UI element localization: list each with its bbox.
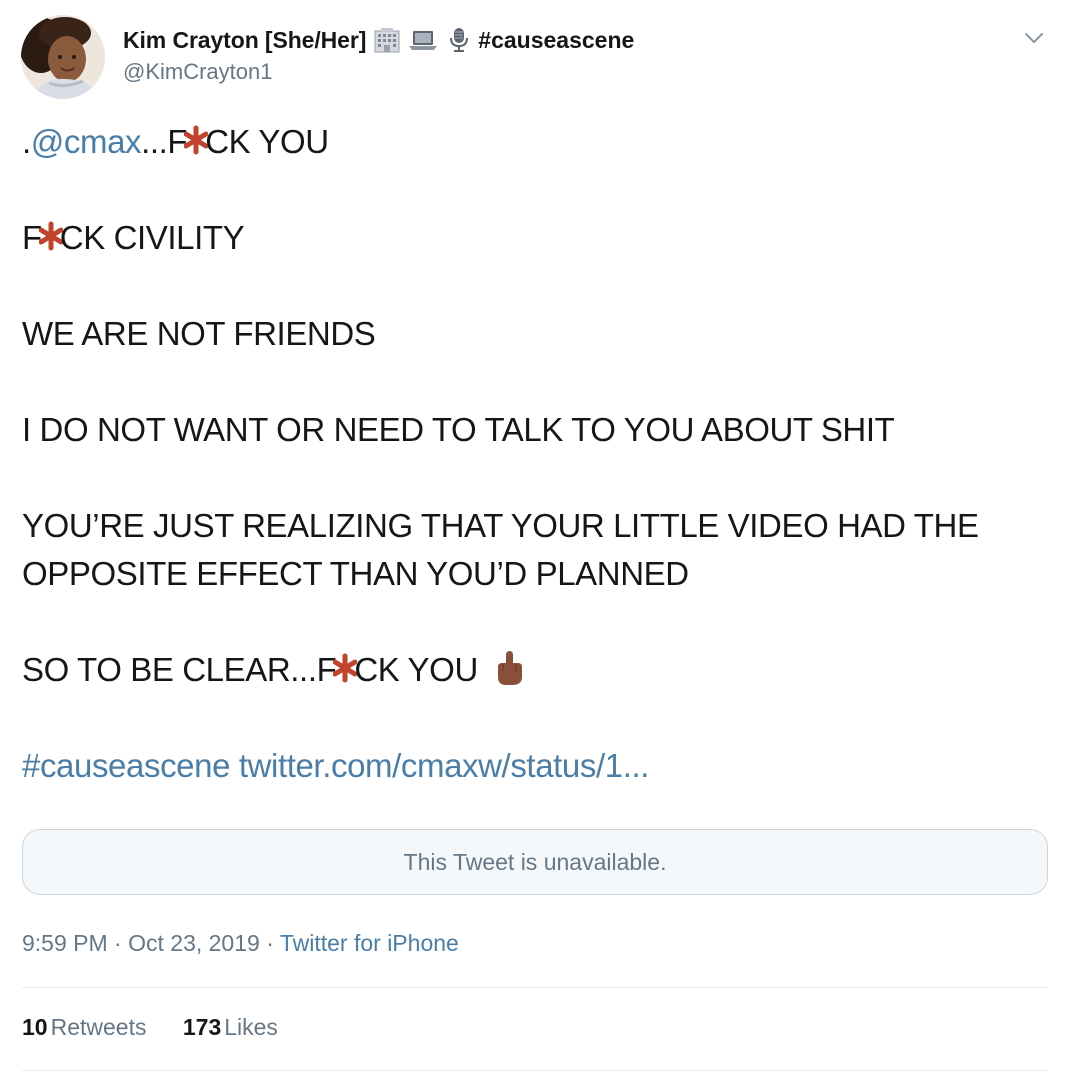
likes-stat[interactable]: 173 Likes [183,1011,278,1043]
tweet-metadata: 9:59 PM · Oct 23, 2019 · Twitter for iPh… [22,927,459,959]
text-fragment: CK YOU [354,651,478,688]
tweet-line-5: YOU’RE JUST REALIZING THAT YOUR LITTLE V… [22,507,979,544]
tweet: Kim Crayton [She/Her] #causeascene @KimC… [0,0,1070,1074]
tweet-line-2: F CK CIVILITY [22,214,1052,262]
tweet-line-1: .@cmax...F CK YOU [22,118,1052,166]
laptop-icon [408,27,438,53]
tweet-line-6: OPPOSITE EFFECT THAN YOU’D PLANNED [22,555,689,592]
line-break [22,454,1052,502]
tweet-line-4: I DO NOT WANT OR NEED TO TALK TO YOU ABO… [22,411,895,448]
text-fragment: CK YOU [205,123,329,160]
quoted-tweet-card[interactable]: This Tweet is unavailable. [22,829,1048,895]
tweet-line-3: WE ARE NOT FRIENDS [22,315,376,352]
line-break [22,598,1052,646]
office-building-icon [372,27,402,53]
tweet-date[interactable]: Oct 23, 2019 [128,930,260,956]
line-break [22,358,1052,406]
tweet-time[interactable]: 9:59 PM [22,930,108,956]
likes-count: 173 [182,1014,222,1040]
line-break [22,262,1052,310]
name-hashtag[interactable]: #causeascene [478,27,634,54]
line-break [22,694,1052,742]
divider [22,1070,1048,1071]
middle-finger-icon [492,649,526,687]
tweet-stats: 10 Retweets 173 Likes [22,1011,308,1043]
retweets-label: Retweets [50,1014,147,1040]
meta-separator: · [259,930,280,956]
hashtag-link[interactable]: #causeascene [22,747,230,784]
meta-separator: · [107,930,129,956]
user-handle[interactable]: @KimCrayton1 [123,58,1003,86]
display-name[interactable]: Kim Crayton [She/Her] [123,27,366,54]
tweet-text: .@cmax...F CK YOU F CK CIVILITY WE ARE NOT… [22,118,1052,790]
retweets-count: 10 [22,1014,48,1040]
text-fragment: CK CIVILITY [59,219,245,256]
tweet-line-8: #causeascene twitter.com/cmaxw/status/1.… [22,742,1052,790]
chevron-down-icon[interactable] [1022,29,1046,47]
display-name-row[interactable]: Kim Crayton [She/Her] #causeascene [123,24,1003,56]
line-break [22,166,1052,214]
avatar[interactable] [21,15,105,99]
retweets-stat[interactable]: 10 Retweets [22,1011,146,1043]
tweet-line-7: SO TO BE CLEAR...F CK YOU [22,646,1052,694]
author-block: Kim Crayton [She/Her] #causeascene @KimC… [123,24,1003,86]
text-fragment: . [22,123,31,160]
likes-label: Likes [224,1014,278,1040]
microphone-icon [444,27,474,53]
mention-link[interactable]: @cmax [31,123,142,160]
avatar-image [21,15,105,99]
url-link[interactable]: twitter.com/cmaxw/status/1... [239,747,650,784]
text-fragment: SO TO BE CLEAR...F [22,651,337,688]
text-fragment: ...F [141,123,188,160]
tweet-source[interactable]: Twitter for iPhone [280,930,459,956]
divider [22,987,1048,988]
quoted-tweet-text: This Tweet is unavailable. [403,848,667,875]
